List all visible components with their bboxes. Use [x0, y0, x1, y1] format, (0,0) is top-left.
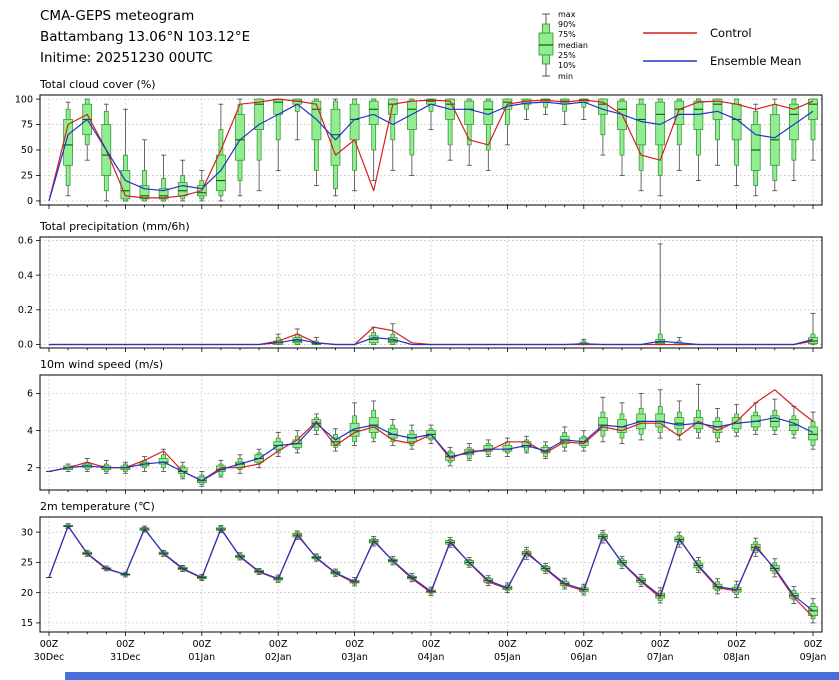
- svg-text:Total cloud cover (%): Total cloud cover (%): [39, 78, 156, 91]
- svg-text:30Dec: 30Dec: [34, 652, 64, 663]
- meteogram-title: CMA-GEPS meteogram: [40, 6, 250, 27]
- panel-cloud: Total cloud cover (%) 0 25 50 75 100: [15, 78, 822, 209]
- svg-text:20: 20: [21, 588, 33, 599]
- svg-text:00Z: 00Z: [345, 639, 364, 650]
- meteogram-page: CMA-GEPS meteogram Battambang 13.06°N 10…: [0, 0, 839, 680]
- svg-text:75: 75: [21, 120, 33, 131]
- svg-text:0.0: 0.0: [18, 340, 33, 351]
- svg-text:05Jan: 05Jan: [494, 652, 521, 663]
- svg-text:max: max: [558, 10, 576, 19]
- svg-text:00Z: 00Z: [574, 639, 593, 650]
- header: CMA-GEPS meteogram Battambang 13.06°N 10…: [40, 6, 250, 69]
- svg-text:50: 50: [21, 145, 33, 156]
- svg-text:31Dec: 31Dec: [110, 652, 140, 663]
- svg-text:06Jan: 06Jan: [570, 652, 597, 663]
- svg-text:10%: 10%: [558, 61, 576, 70]
- meteogram-chart: Total cloud cover (%) 0 25 50 75 100 Total pre…: [0, 0, 839, 680]
- svg-text:01Jan: 01Jan: [188, 652, 215, 663]
- svg-text:100: 100: [15, 94, 33, 105]
- svg-text:00Z: 00Z: [116, 639, 135, 650]
- initime-line: Initime: 20251230 00UTC: [40, 48, 250, 69]
- svg-text:00Z: 00Z: [804, 639, 823, 650]
- svg-text:2m temperature (℃): 2m temperature (℃): [40, 500, 155, 513]
- svg-text:00Z: 00Z: [422, 639, 441, 650]
- horizontal-scrollbar[interactable]: [65, 672, 839, 680]
- svg-text:0: 0: [27, 196, 33, 207]
- svg-text:02Jan: 02Jan: [265, 652, 292, 663]
- line-legend: Control Ensemble Mean: [643, 26, 801, 68]
- svg-text:04Jan: 04Jan: [418, 652, 445, 663]
- svg-text:0.2: 0.2: [18, 305, 33, 316]
- svg-text:00Z: 00Z: [40, 639, 59, 650]
- svg-text:min: min: [558, 72, 573, 81]
- svg-text:Ensemble Mean: Ensemble Mean: [710, 54, 801, 68]
- svg-text:15: 15: [21, 618, 33, 629]
- svg-text:Control: Control: [710, 26, 752, 40]
- svg-text:00Z: 00Z: [192, 639, 211, 650]
- svg-text:00Z: 00Z: [727, 639, 746, 650]
- svg-text:Total precipitation (mm/6h): Total precipitation (mm/6h): [39, 220, 190, 233]
- svg-text:10m wind speed (m/s): 10m wind speed (m/s): [40, 358, 163, 371]
- svg-text:09Jan: 09Jan: [800, 652, 827, 663]
- svg-text:4: 4: [27, 426, 33, 437]
- panel-wind: 10m wind speed (m/s) 2 4 6: [27, 358, 822, 494]
- svg-text:25%: 25%: [558, 51, 576, 60]
- svg-text:2: 2: [27, 463, 33, 474]
- panel-temp: 2m temperature (℃) 15 20 25 30 00Z 30Dec 00Z 31D…: [21, 500, 826, 663]
- svg-text:0.6: 0.6: [18, 236, 33, 247]
- svg-text:median: median: [558, 41, 588, 50]
- svg-text:75%: 75%: [558, 30, 576, 39]
- svg-text:00Z: 00Z: [269, 639, 288, 650]
- location-line: Battambang 13.06°N 103.12°E: [40, 27, 250, 48]
- svg-text:03Jan: 03Jan: [341, 652, 368, 663]
- svg-text:6: 6: [27, 389, 33, 400]
- svg-text:0.4: 0.4: [18, 270, 33, 281]
- svg-text:25: 25: [21, 171, 33, 182]
- svg-text:00Z: 00Z: [498, 639, 517, 650]
- svg-text:07Jan: 07Jan: [647, 652, 674, 663]
- svg-text:00Z: 00Z: [651, 639, 670, 650]
- svg-text:25: 25: [21, 558, 33, 569]
- svg-text:90%: 90%: [558, 20, 576, 29]
- svg-text:08Jan: 08Jan: [723, 652, 750, 663]
- svg-text:30: 30: [21, 527, 33, 538]
- panel-precip: Total precipitation (mm/6h) 0.0 0.2 0.4 0.6: [18, 220, 822, 352]
- boxplot-legend: max90%75% median25%10% min: [539, 10, 588, 81]
